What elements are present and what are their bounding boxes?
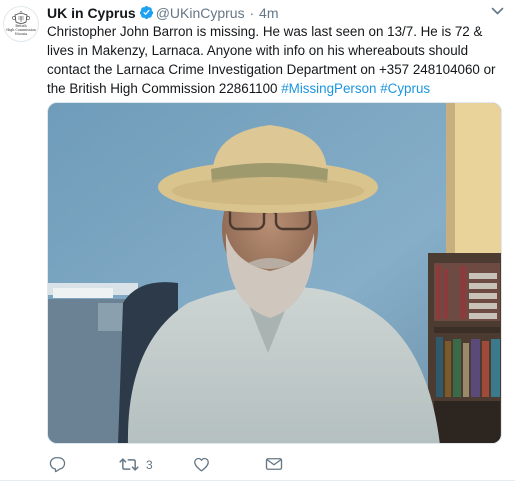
avatar[interactable]: British High Commission Nicosia xyxy=(3,6,39,42)
tweet-photo[interactable] xyxy=(47,102,502,444)
avatar-caption: British High Commission Nicosia xyxy=(4,24,38,36)
photo-of-missing-person xyxy=(48,103,501,443)
display-name[interactable]: UK in Cyprus xyxy=(47,5,136,21)
direct-message-button[interactable] xyxy=(265,456,283,474)
user-handle[interactable]: @UKinCyprus xyxy=(156,5,245,21)
chevron-down-icon[interactable] xyxy=(491,7,504,16)
timestamp[interactable]: 4m xyxy=(259,5,278,21)
tweet-header: UK in Cyprus @UKinCyprus · 4m xyxy=(47,4,279,22)
retweet-count: 3 xyxy=(146,458,153,472)
envelope-icon xyxy=(265,458,283,470)
hashtag-link[interactable]: #MissingPerson xyxy=(281,81,376,96)
verified-badge-icon xyxy=(139,5,153,20)
tweet-text: Christopher John Barron is missing. He w… xyxy=(47,22,510,98)
retweet-icon xyxy=(119,458,139,471)
avatar-caption-line: Nicosia xyxy=(14,31,28,36)
separator-dot: · xyxy=(249,5,255,21)
tweet[interactable]: British High Commission Nicosia UK in Cy… xyxy=(0,0,515,481)
retweet-button[interactable] xyxy=(119,456,139,474)
reply-button[interactable] xyxy=(49,456,66,474)
heart-icon xyxy=(194,457,209,472)
reply-icon xyxy=(49,457,66,473)
hashtag-link[interactable]: #Cyprus xyxy=(380,81,430,96)
like-button[interactable] xyxy=(193,456,210,474)
